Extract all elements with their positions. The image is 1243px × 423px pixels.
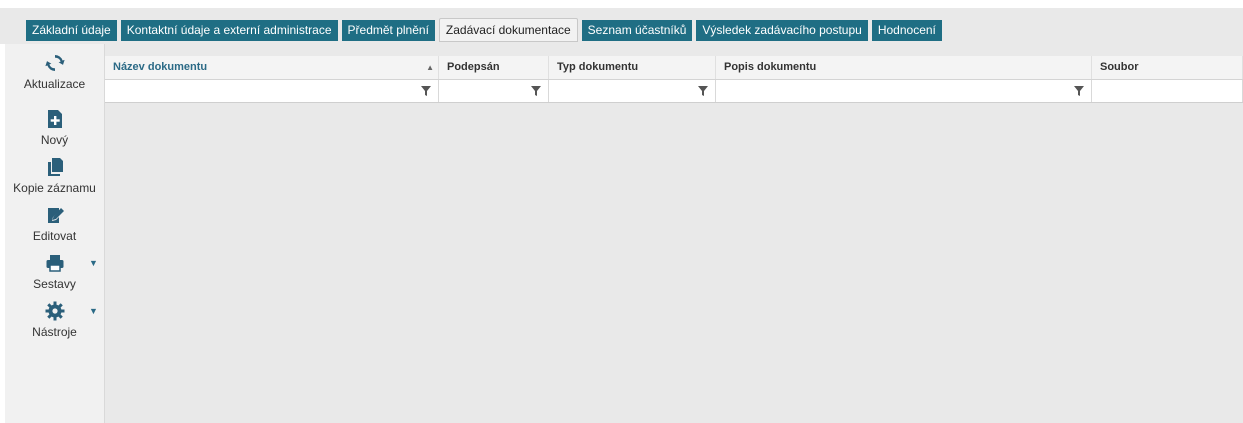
filter-cell-popis-dokumentu	[716, 80, 1092, 102]
new-document-icon	[47, 110, 62, 128]
left-toolbar: Aktualizace Nový Kopie záznamu Editovat …	[5, 44, 105, 423]
tools-label: Nástroje	[32, 325, 77, 339]
column-header-nazev-dokumentu[interactable]: Název dokumentu ▲	[105, 56, 439, 79]
refresh-icon	[44, 55, 65, 71]
tab-hodnoceni[interactable]: Hodnocení	[871, 20, 942, 41]
copy-icon	[47, 158, 63, 176]
tools-button[interactable]: ▼ Nástroje	[5, 300, 104, 339]
reports-button[interactable]: ▼ Sestavy	[5, 252, 104, 291]
printer-icon	[46, 255, 63, 272]
tab-predmet-plneni[interactable]: Předmět plnění	[341, 20, 435, 41]
app-window: Základní údaje Kontaktní údaje a externí…	[0, 0, 1243, 423]
tab-zakladni-udaje[interactable]: Základní údaje	[26, 20, 117, 41]
filter-cell-podepsan	[439, 80, 549, 102]
column-header-typ-dokumentu[interactable]: Typ dokumentu	[549, 56, 716, 79]
refresh-label: Aktualizace	[23, 77, 86, 91]
top-strip	[0, 0, 1243, 8]
column-header-label: Podepsán	[447, 61, 500, 73]
tools-dropdown-icon[interactable]: ▼	[89, 306, 98, 316]
filter-input-soubor[interactable]	[1092, 80, 1242, 102]
tab-seznam-ucastniku[interactable]: Seznam účastníků	[581, 20, 693, 41]
filter-cell-typ-dokumentu	[549, 80, 716, 102]
column-header-label: Název dokumentu	[113, 61, 208, 73]
refresh-button[interactable]: Aktualizace	[5, 52, 104, 91]
grid-header: Název dokumentu ▲ Podepsán Typ dokumentu…	[105, 56, 1243, 80]
filter-input-nazev-dokumentu[interactable]	[105, 80, 438, 102]
filter-icon[interactable]	[530, 85, 542, 97]
filter-cell-soubor	[1092, 80, 1243, 102]
filter-icon[interactable]	[420, 85, 432, 97]
gear-icon	[45, 301, 64, 321]
edit-label: Editovat	[32, 229, 77, 243]
edit-button[interactable]: Editovat	[5, 204, 104, 243]
tab-vysledek-zadavaciho-postupu[interactable]: Výsledek zadávacího postupu	[696, 20, 868, 41]
column-header-popis-dokumentu[interactable]: Popis dokumentu	[716, 56, 1092, 79]
new-label: Nový	[40, 133, 69, 147]
edit-icon	[47, 208, 64, 223]
copy-button[interactable]: Kopie záznamu	[5, 156, 104, 195]
new-button[interactable]: Nový	[5, 108, 104, 147]
documents-grid: Název dokumentu ▲ Podepsán Typ dokumentu…	[105, 44, 1243, 423]
filter-icon[interactable]	[697, 85, 709, 97]
main-area: Aktualizace Nový Kopie záznamu Editovat …	[5, 44, 1243, 423]
tabs: Základní údaje Kontaktní údaje a externí…	[26, 18, 942, 42]
tab-zadavaci-dokumentace[interactable]: Zadávací dokumentace	[438, 18, 578, 42]
filter-input-typ-dokumentu[interactable]	[549, 80, 715, 102]
column-header-label: Typ dokumentu	[557, 61, 639, 73]
copy-label: Kopie záznamu	[13, 181, 96, 195]
reports-dropdown-icon[interactable]: ▼	[89, 258, 98, 268]
column-header-podepsan[interactable]: Podepsán	[439, 56, 549, 79]
filter-input-popis-dokumentu[interactable]	[716, 80, 1091, 102]
filter-icon[interactable]	[1073, 85, 1085, 97]
filter-row	[105, 80, 1243, 103]
sort-asc-icon: ▲	[426, 63, 434, 72]
column-header-soubor[interactable]: Soubor	[1092, 56, 1243, 79]
filter-cell-nazev-dokumentu	[105, 80, 439, 102]
column-header-label: Popis dokumentu	[724, 61, 817, 73]
tab-kontaktni-udaje[interactable]: Kontaktní údaje a externí administrace	[120, 20, 338, 41]
reports-label: Sestavy	[33, 277, 76, 291]
column-header-label: Soubor	[1100, 61, 1139, 73]
